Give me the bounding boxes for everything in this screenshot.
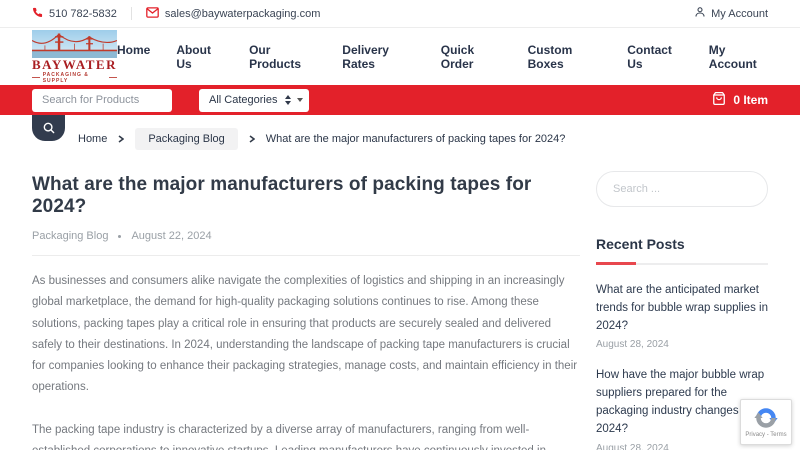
shopping-bag-icon	[712, 91, 726, 109]
recent-post-title[interactable]: What are the anticipated market trends f…	[596, 282, 768, 335]
site-logo[interactable]: BAYWATER PACKAGING & SUPPLY	[32, 29, 117, 84]
article-paragraph: The packing tape industry is characteriz…	[32, 423, 546, 450]
topbar-account-label: My Account	[711, 7, 768, 20]
recaptcha-badge[interactable]: Privacy - Terms	[740, 399, 792, 445]
cart-button[interactable]: 0 Item	[712, 91, 768, 109]
recent-post-date: August 28, 2024	[596, 339, 669, 351]
page-title: What are the major manufacturers of pack…	[32, 174, 532, 217]
main-area: What are the major manufacturers of pack…	[0, 158, 800, 450]
nav-my-account[interactable]: My Account	[709, 43, 768, 71]
nav-quick-order[interactable]: Quick Order	[441, 43, 502, 71]
article: What are the major manufacturers of pack…	[32, 158, 580, 450]
recent-post-item[interactable]: What are the anticipated market trends f…	[596, 282, 768, 350]
breadcrumb-packaging-blog[interactable]: Packaging Blog	[135, 128, 238, 150]
search-submit-button[interactable]	[32, 115, 65, 141]
topbar-account[interactable]: My Account	[694, 6, 768, 21]
article-meta: Packaging Blog August 22, 2024	[32, 230, 580, 242]
nav-custom-boxes[interactable]: Custom Boxes	[528, 43, 602, 71]
logo-tagline-row: PACKAGING & SUPPLY	[32, 72, 117, 84]
logo-tagline: PACKAGING & SUPPLY	[42, 71, 89, 84]
nav-home[interactable]: Home	[117, 43, 150, 71]
category-select[interactable]: All Categories	[199, 88, 309, 112]
chevron-right-icon	[118, 135, 125, 143]
chevron-right-icon	[249, 135, 255, 143]
blog-search-input[interactable]	[596, 171, 768, 207]
article-date: August 22, 2024	[131, 230, 212, 242]
nav-contact-us[interactable]: Contact Us	[627, 43, 683, 71]
content-divider	[32, 255, 580, 256]
email-link[interactable]: sales@baywaterpackaging.com	[146, 6, 321, 21]
cart-count-label: 0 Item	[733, 93, 768, 107]
nav-our-products[interactable]: Our Products	[249, 43, 316, 71]
select-arrows-icon	[285, 95, 291, 105]
recent-posts-rule	[596, 262, 768, 265]
topbar-divider	[130, 7, 132, 20]
phone-link[interactable]: 510 782-5832	[32, 7, 117, 21]
recaptcha-icon	[754, 408, 778, 428]
meta-separator-dot	[118, 234, 122, 238]
article-category[interactable]: Packaging Blog	[32, 230, 108, 242]
topbar: 510 782-5832 sales@baywaterpackaging.com…	[0, 0, 800, 28]
article-paragraph: As businesses and consumers alike naviga…	[32, 275, 578, 394]
phone-icon	[32, 7, 43, 21]
mail-icon	[146, 6, 159, 21]
category-selected-value: All Categories	[209, 94, 278, 106]
breadcrumb: Home Packaging Blog What are the major m…	[0, 115, 800, 158]
breadcrumb-home[interactable]: Home	[78, 133, 107, 145]
nav-delivery-rates[interactable]: Delivery Rates	[342, 43, 415, 71]
chevron-down-icon	[297, 98, 303, 102]
logo-name: BAYWATER	[32, 56, 117, 72]
bridge-logo-image	[32, 29, 117, 58]
nav-about-us[interactable]: About Us	[176, 43, 223, 71]
phone-number: 510 782-5832	[49, 7, 117, 20]
user-icon	[694, 6, 706, 21]
search-icon	[43, 122, 54, 134]
main-nav: Home About Us Our Products Delivery Rate…	[117, 43, 768, 71]
product-search-input[interactable]	[32, 88, 172, 112]
breadcrumb-current-page: What are the major manufacturers of pack…	[265, 133, 566, 145]
email-address: sales@baywaterpackaging.com	[164, 7, 321, 20]
recent-posts-heading: Recent Posts	[596, 236, 685, 252]
recaptcha-privacy-terms[interactable]: Privacy - Terms	[745, 432, 786, 438]
product-search-bar: All Categories 0 Item	[0, 85, 800, 141]
site-header: BAYWATER PACKAGING & SUPPLY Home About U…	[0, 28, 800, 85]
